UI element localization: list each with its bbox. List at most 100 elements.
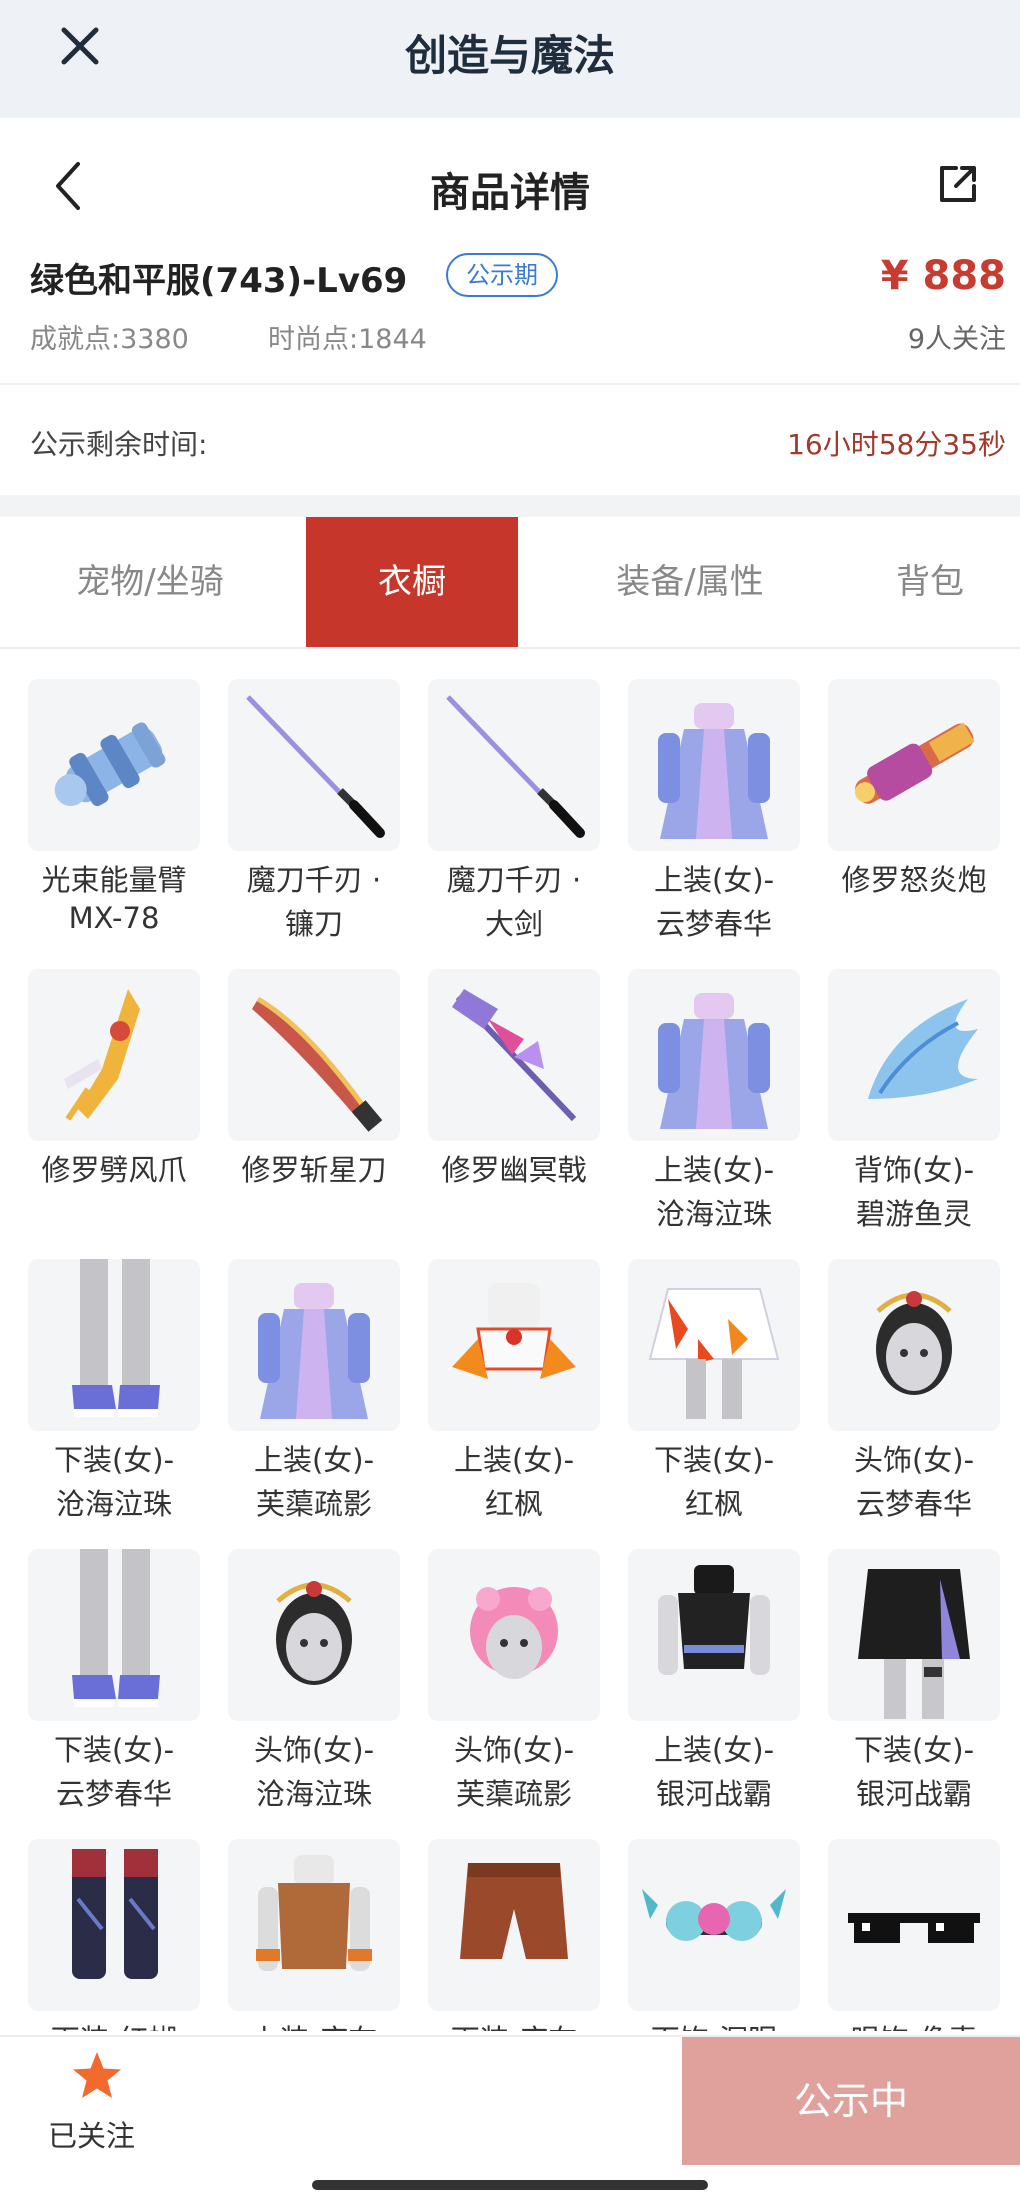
home-indicator <box>312 2180 708 2190</box>
publicity-button[interactable]: 公示中 <box>682 2037 1020 2165</box>
item-name-line2: 镰刀 <box>284 907 343 941</box>
fashion-points: 时尚点:1844 <box>268 324 427 355</box>
item-name-line2: 芙蕖疏影 <box>255 1487 372 1521</box>
top-brown-icon <box>228 1839 400 2011</box>
item-name-line1: 下装(女)- <box>53 1733 175 1767</box>
item-name-line1: 上装(女)- <box>653 1153 775 1187</box>
item-name-line1: 下装(女)- <box>653 1443 775 1477</box>
item-name-line1: 修罗怒炎炮 <box>841 863 987 897</box>
achievement-points: 成就点:3380 <box>30 324 189 355</box>
page-title: 商品详情 <box>430 170 590 216</box>
shorts-icon <box>428 1839 600 2011</box>
item-name-line2: 沧海泣珠 <box>255 1777 372 1811</box>
glasses-icon <box>828 1839 1000 2011</box>
item-name-line1: 背饰(女)- <box>853 1153 975 1187</box>
wardrobe-item[interactable]: 魔刀千刃 · 镰刀 <box>200 651 400 941</box>
product-info: 绿色和平服(743)-Lv69 公示期 ¥ 888 成就点:3380 时尚点:1… <box>0 253 1020 383</box>
wardrobe-item[interactable]: 下装-红蝴 <box>0 1811 200 2031</box>
item-name-line1: 面饰-深眠 <box>600 2017 828 2031</box>
item-name-line1: 上装(女)- <box>653 863 775 897</box>
wardrobe-item[interactable]: 背饰(女)- 碧游鱼灵 <box>800 941 1000 1231</box>
wardrobe-item[interactable]: 头饰(女)- 云梦春华 <box>800 1231 1000 1521</box>
wardrobe-item[interactable]: 下装(女)- 红枫 <box>600 1231 800 1521</box>
item-name-line2: 云梦春华 <box>655 907 772 941</box>
item-name-line2: 大剑 <box>484 907 543 941</box>
dress-icon <box>228 1259 400 1431</box>
item-name-line2: 碧游鱼灵 <box>855 1197 972 1231</box>
item-name-line1: 头饰(女)- <box>853 1443 975 1477</box>
sword-icon <box>428 679 600 851</box>
item-name-line2: 红枫 <box>684 1487 743 1521</box>
beam-arm-icon <box>28 679 200 851</box>
item-name-line1: 上装-麻布 <box>200 2017 428 2031</box>
item-name-line1: 魔刀千刃 · <box>446 863 582 897</box>
wardrobe-item[interactable]: 眼饰-像素 <box>800 1811 1000 2031</box>
category-tabs: 宠物/坐骑 衣橱 装备/属性 背包 <box>0 517 1020 649</box>
wardrobe-item[interactable]: 魔刀千刃 · 大剑 <box>400 651 600 941</box>
tab-pets-mounts[interactable]: 宠物/坐骑 <box>44 517 256 647</box>
mask-icon <box>628 1839 800 2011</box>
wardrobe-item[interactable]: 面饰-深眠 <box>600 1811 800 2031</box>
item-name-line2: 银河战霸 <box>655 1777 772 1811</box>
wardrobe-item[interactable]: 上装(女)- 芙蕖疏影 <box>200 1231 400 1521</box>
item-name-line2: 银河战霸 <box>855 1777 972 1811</box>
wardrobe-item[interactable]: 下装(女)- 云梦春华 <box>0 1521 200 1811</box>
wing-icon <box>828 969 1000 1141</box>
item-name-line1: 光束能量臂 <box>41 863 187 897</box>
wardrobe-item[interactable]: 上装(女)- 银河战霸 <box>600 1521 800 1811</box>
claw-icon <box>28 969 200 1141</box>
item-name-line1: 修罗劈风爪 <box>41 1153 187 1187</box>
legs-icon <box>28 1259 200 1431</box>
wardrobe-item[interactable]: 下装(女)- 银河战霸 <box>800 1521 1000 1811</box>
countdown-row: 公示剩余时间: 16小时58分35秒 <box>0 385 1020 495</box>
wardrobe-item[interactable]: 头饰(女)- 沧海泣珠 <box>200 1521 400 1811</box>
wardrobe-item[interactable]: 上装-麻布 <box>200 1811 400 2031</box>
item-name-line1: 下装(女)- <box>53 1443 175 1477</box>
blade-icon <box>228 969 400 1141</box>
head-pink-icon <box>428 1549 600 1721</box>
wardrobe-item[interactable]: 头饰(女)- 芙蕖疏影 <box>400 1521 600 1811</box>
item-name-line1: 魔刀千刃 · <box>246 863 382 897</box>
item-name-line2: MX-78 <box>68 901 160 935</box>
head-icon <box>828 1259 1000 1431</box>
wardrobe-item[interactable]: 光束能量臂 MX-78 <box>0 651 200 941</box>
wardrobe-item[interactable]: 修罗劈风爪 <box>0 941 200 1231</box>
app-title: 创造与魔法 <box>404 31 615 80</box>
wardrobe-item[interactable]: 修罗怒炎炮 <box>800 651 1000 941</box>
item-name-line1: 上装(女)- <box>453 1443 575 1477</box>
wardrobe-item[interactable]: 上装(女)- 云梦春华 <box>600 651 800 941</box>
item-name-line1: 下装-麻布 <box>400 2017 628 2031</box>
item-name-line1: 上装(女)- <box>653 1733 775 1767</box>
item-name-line1: 下装-红蝴 <box>0 2017 228 2031</box>
cannon-icon <box>828 679 1000 851</box>
wardrobe-item[interactable]: 修罗幽冥戟 <box>400 941 600 1231</box>
item-name-line1: 上装(女)- <box>253 1443 375 1477</box>
legs-icon <box>28 1549 200 1721</box>
wardrobe-item[interactable]: 修罗斩星刀 <box>200 941 400 1231</box>
item-name-line2: 云梦春华 <box>55 1777 172 1811</box>
wardrobe-item[interactable]: 上装(女)- 红枫 <box>400 1231 600 1521</box>
tab-wardrobe[interactable]: 衣橱 <box>306 517 518 647</box>
app-header: 创造与魔法 <box>0 0 1020 118</box>
bottom-bar: 已关注 公示中 <box>0 2035 1020 2165</box>
item-name-line2: 芙蕖疏影 <box>455 1777 572 1811</box>
item-name-line1: 下装(女)- <box>853 1733 975 1767</box>
tab-backpack[interactable]: 背包 <box>824 517 1020 647</box>
wardrobe-item[interactable]: 下装-麻布 <box>400 1811 600 2031</box>
top-dark-icon <box>628 1549 800 1721</box>
item-name-line2: 红枫 <box>484 1487 543 1521</box>
follower-count: 9人关注 <box>907 324 1006 355</box>
dress-icon <box>628 679 800 851</box>
wardrobe-item[interactable]: 上装(女)- 沧海泣珠 <box>600 941 800 1231</box>
star-icon[interactable] <box>70 2049 124 2103</box>
tab-equipment[interactable]: 装备/属性 <box>584 517 796 647</box>
status-badge: 公示期 <box>446 253 558 297</box>
item-name-line2: 沧海泣珠 <box>655 1197 772 1231</box>
follow-label[interactable]: 已关注 <box>48 2113 135 2155</box>
item-name-line2: 沧海泣珠 <box>55 1487 172 1521</box>
share-icon[interactable] <box>936 162 980 206</box>
boots-icon <box>28 1839 200 2011</box>
wardrobe-item[interactable]: 下装(女)- 沧海泣珠 <box>0 1231 200 1521</box>
product-price: ¥ 888 <box>880 253 1006 299</box>
sword-icon <box>228 679 400 851</box>
